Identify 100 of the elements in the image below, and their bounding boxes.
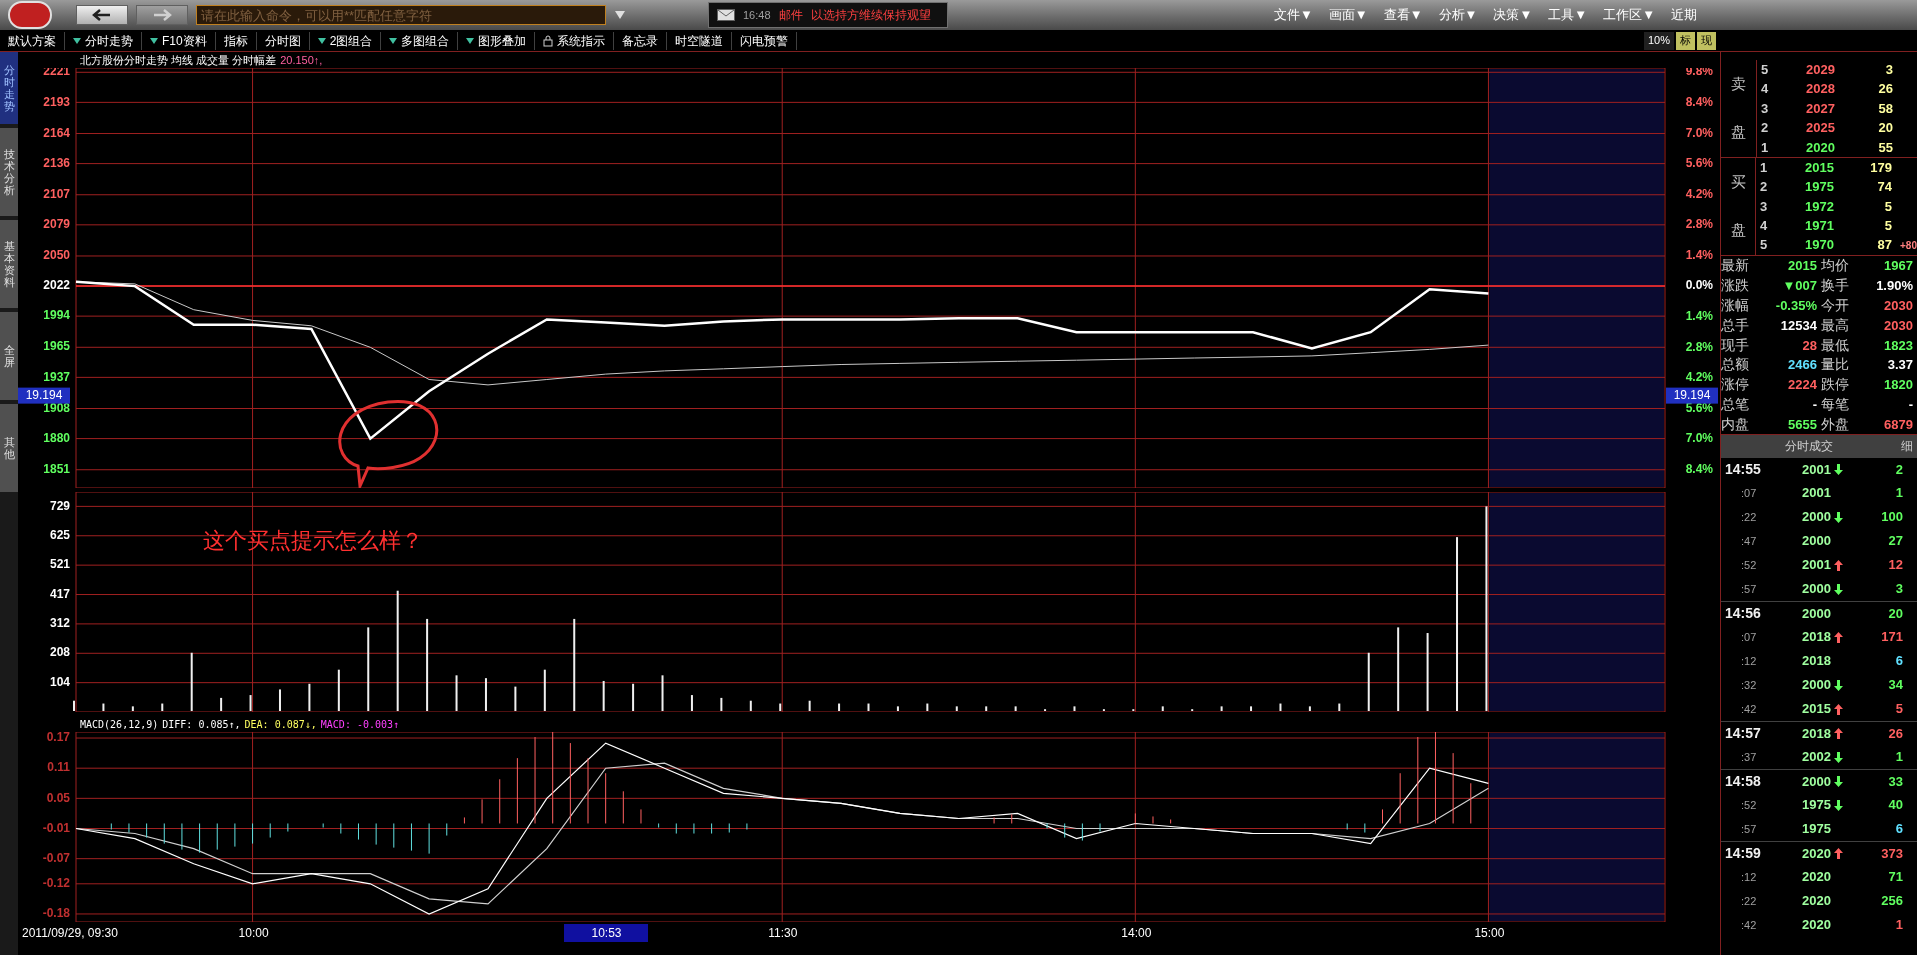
trade-time: :37 bbox=[1740, 749, 1758, 765]
axis-label: 1880 bbox=[43, 430, 70, 445]
trade-time: :57 bbox=[1740, 821, 1758, 837]
toolbar-tab[interactable]: 分时图 bbox=[256, 31, 310, 50]
view-option-button[interactable]: 现 bbox=[1697, 31, 1716, 50]
menu-item[interactable]: 画面▼ bbox=[1324, 5, 1372, 25]
trade-volume: 6 bbox=[1895, 821, 1903, 837]
toolbar-tab[interactable]: 闪电预警 bbox=[732, 31, 798, 50]
command-input-field[interactable]: 请在此输入命令，可以用**匹配任意字符 bbox=[196, 5, 606, 25]
indicator-value: MACD: -0.003↑ bbox=[320, 717, 400, 732]
level-number: 5 bbox=[1759, 236, 1769, 255]
quote-value: 1820 bbox=[1884, 377, 1913, 393]
menu-item[interactable]: 工具▼ bbox=[1544, 5, 1592, 25]
toolbar-tab[interactable]: 系统指示 bbox=[535, 31, 615, 50]
quote-value: - bbox=[1812, 396, 1817, 412]
menu-item[interactable]: 查看▼ bbox=[1379, 5, 1427, 25]
level-number: 3 bbox=[1760, 99, 1770, 118]
axis-label: 2050 bbox=[43, 248, 70, 263]
level-number: 4 bbox=[1759, 217, 1769, 236]
order-price: 2029 bbox=[1806, 61, 1835, 77]
quote-label: 现手 bbox=[1721, 335, 1750, 355]
toolbar-tab[interactable]: 时空隧道 bbox=[667, 31, 733, 50]
percent-label: 2.8% bbox=[1685, 339, 1713, 354]
side-tab[interactable]: 分时走势 bbox=[0, 52, 18, 124]
trade-time: 14:56 bbox=[1724, 604, 1762, 624]
axis-label: 208 bbox=[49, 645, 70, 660]
toolbar-tab[interactable]: F10资料 bbox=[142, 31, 216, 50]
side-tab[interactable]: 全屏 bbox=[0, 312, 18, 400]
quote-value: 1823 bbox=[1884, 337, 1913, 353]
trade-price: 1975 bbox=[1802, 797, 1831, 813]
forward-button[interactable] bbox=[136, 5, 188, 25]
trade-time: :12 bbox=[1740, 869, 1758, 885]
dropdown-caret-icon[interactable] bbox=[614, 10, 626, 20]
detail-tab[interactable]: 细 bbox=[1897, 437, 1917, 456]
axis-label: 1994 bbox=[43, 308, 70, 323]
menu-item[interactable]: 决策▼ bbox=[1489, 5, 1537, 25]
view-option-button[interactable]: 10% bbox=[1643, 31, 1674, 50]
quote-value: -0.35% bbox=[1775, 297, 1817, 313]
order-price: 1970 bbox=[1805, 237, 1835, 253]
percent-label: 4.2% bbox=[1685, 186, 1713, 201]
level-number: 1 bbox=[1759, 158, 1769, 177]
chart-title: 北方股份分时走势 均线 成交量 分时幅差 bbox=[80, 52, 277, 68]
trade-time: :42 bbox=[1740, 917, 1758, 933]
order-volume: 5 bbox=[1884, 218, 1893, 234]
order-price: 2020 bbox=[1806, 139, 1835, 155]
trade-price: 2020 bbox=[1802, 869, 1831, 885]
menu-item[interactable]: 文件▼ bbox=[1269, 5, 1317, 25]
trade-volume: 40 bbox=[1888, 797, 1903, 813]
quote-value: 2466 bbox=[1788, 357, 1817, 373]
order-price: 1971 bbox=[1805, 218, 1835, 234]
side-label: 盘 bbox=[1730, 220, 1746, 241]
axis-label: 729 bbox=[49, 498, 70, 513]
toolbar-tab[interactable]: 备忘录 bbox=[614, 31, 668, 50]
trade-price: 2020 bbox=[1802, 917, 1831, 933]
percent-label: 7.0% bbox=[1685, 431, 1713, 446]
quote-label: 涨幅 bbox=[1721, 295, 1750, 315]
quote-value: 5655 bbox=[1788, 416, 1817, 432]
menu-item[interactable]: 近期 bbox=[1667, 5, 1701, 25]
toolbar-tab[interactable]: 默认方案 bbox=[0, 31, 65, 50]
trade-time: 14:57 bbox=[1724, 724, 1762, 744]
level-number: 2 bbox=[1759, 178, 1769, 197]
trade-price: 2020 bbox=[1802, 845, 1831, 861]
quote-value: 2224 bbox=[1788, 377, 1817, 393]
order-volume: 55 bbox=[1878, 139, 1893, 155]
toolbar-tab[interactable]: 多图组合 bbox=[381, 31, 459, 50]
back-button[interactable] bbox=[76, 5, 128, 25]
toolbar-tab[interactable]: 指标 bbox=[215, 31, 257, 50]
trade-time: :42 bbox=[1740, 701, 1758, 717]
trade-time: :12 bbox=[1740, 653, 1758, 669]
order-volume: 179 bbox=[1870, 159, 1893, 175]
toolbar-tab[interactable]: 分时走势 bbox=[65, 31, 142, 50]
indicator-value: MACD(26,12,9) bbox=[80, 717, 159, 732]
side-label: 盘 bbox=[1731, 122, 1746, 143]
time-label: 14:00 bbox=[1120, 925, 1153, 942]
trade-volume: 256 bbox=[1881, 893, 1903, 909]
trade-price: 2000 bbox=[1802, 677, 1831, 693]
toolbar-tab[interactable]: 图形叠加 bbox=[458, 31, 536, 50]
quote-label: 跌停 bbox=[1821, 375, 1850, 395]
quote-value: 1.90% bbox=[1876, 278, 1913, 294]
trade-time: 14:55 bbox=[1724, 460, 1762, 480]
quote-label: 总手 bbox=[1721, 315, 1750, 335]
indicator-value: DEA: 0.087↓, bbox=[244, 717, 317, 732]
menu-item[interactable]: 分析▼ bbox=[1434, 5, 1482, 25]
mail-panel[interactable]: 16:48 邮件 以选持方维续保持观望 bbox=[708, 2, 948, 28]
quote-label: 内盘 bbox=[1721, 414, 1750, 434]
menu-item[interactable]: 工作区▼ bbox=[1599, 5, 1659, 25]
view-option-button[interactable]: 标 bbox=[1676, 31, 1695, 50]
side-tab[interactable]: 基本资料 bbox=[0, 220, 18, 308]
quote-value: 6879 bbox=[1884, 416, 1913, 432]
order-volume: 3 bbox=[1885, 61, 1893, 77]
axis-label: 2136 bbox=[43, 155, 70, 170]
side-tab[interactable]: 技术分析 bbox=[0, 128, 18, 216]
time-label: 15:00 bbox=[1473, 925, 1506, 942]
trade-price: 2000 bbox=[1802, 533, 1831, 549]
trade-price: 2000 bbox=[1802, 773, 1831, 789]
toolbar-tab[interactable]: 2图组合 bbox=[309, 31, 382, 50]
side-tab[interactable]: 其他 bbox=[0, 404, 18, 492]
quote-value: 12534 bbox=[1780, 317, 1817, 333]
quote-value: ▼007 bbox=[1782, 278, 1817, 294]
level-number: 1 bbox=[1760, 138, 1770, 157]
